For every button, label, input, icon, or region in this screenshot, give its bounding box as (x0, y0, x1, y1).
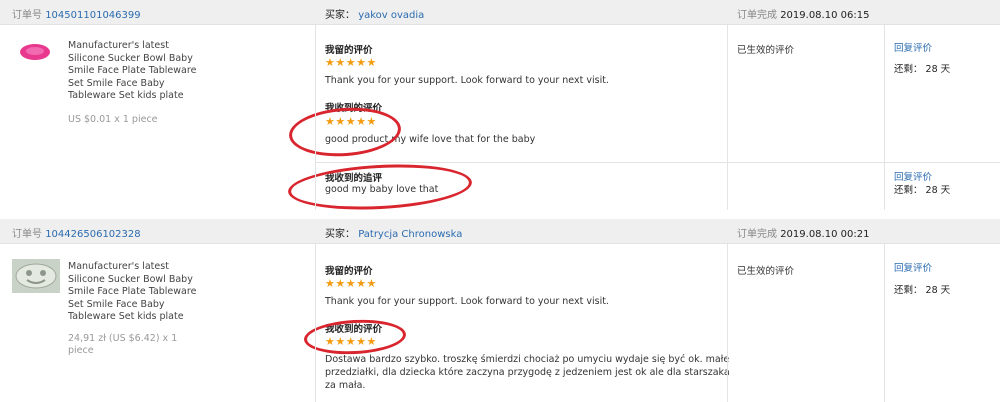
complete-time: 订单完成 2019.08.10 06:15 (737, 6, 869, 21)
order-number-link[interactable]: 104501101046399 (45, 10, 140, 21)
product-thumbnail[interactable] (18, 40, 52, 64)
product-price-line: 24,91 zł (US $6.42) x 1 (68, 333, 178, 344)
remaining-days: 还剩： 28 天 (894, 185, 951, 196)
buyer-name-link[interactable]: yakov ovadia (358, 10, 424, 21)
column-divider (884, 25, 885, 210)
product-title-line: Tableware Set kids plate (68, 90, 184, 101)
annotation-circle (303, 317, 407, 357)
column-divider (315, 244, 316, 402)
product-thumbnail[interactable] (12, 259, 60, 293)
review-status: 已生效的评价 (737, 45, 795, 56)
column-divider (727, 25, 728, 210)
order-number-link[interactable]: 104426506102328 (45, 229, 140, 240)
order-header: 订单号 104426506102328 买家： Patrycja Chronow… (0, 219, 1000, 244)
product-title-line: Manufacturer's latest (68, 261, 169, 272)
buyer-label: 买家： (325, 229, 355, 240)
my-review-stars: ★★★★★ (325, 56, 377, 69)
column-divider (315, 25, 316, 210)
product-title-line: Smile Face Plate Tableware (68, 65, 197, 76)
product-title[interactable]: Manufacturer's latest Silicone Sucker Bo… (68, 261, 208, 324)
divider (315, 162, 1000, 163)
product-title-line: Set Smile Face Baby (68, 298, 165, 310)
complete-time-value: 2019.08.10 00:21 (780, 229, 870, 240)
my-review-label: 我留的评价 (325, 45, 373, 56)
product-title-line: Manufacturer's latest (68, 40, 169, 51)
remaining-days: 还剩： 28 天 (894, 285, 951, 296)
reply-review-link[interactable]: 回复评价 (894, 260, 932, 274)
my-review-stars: ★★★★★ (325, 277, 377, 290)
remaining-days: 还剩： 28 天 (894, 64, 951, 75)
column-divider (727, 244, 728, 402)
order-number: 订单号 104426506102328 (12, 225, 141, 240)
product-title-line: Smile Face Plate Tableware (68, 286, 197, 297)
buyer-name-link[interactable]: Patrycja Chronowska (358, 229, 462, 240)
order-number: 订单号 104501101046399 (12, 6, 141, 21)
product-price-line: US $0.01 x 1 piece (68, 114, 158, 125)
product-price-line: piece (68, 345, 94, 356)
received-review-line: przedziałki, dla dziecka które zaczyna p… (325, 367, 730, 378)
received-review-line: za mała. (325, 380, 366, 391)
annotation-circle (287, 104, 403, 160)
product-title-line: Set Smile Face Baby (68, 77, 165, 89)
order-number-label: 订单号 (12, 10, 42, 21)
my-review-text: Thank you for your support. Look forward… (325, 296, 609, 307)
review-status: 已生效的评价 (737, 266, 795, 277)
product-title[interactable]: Manufacturer's latest Silicone Sucker Bo… (68, 40, 208, 103)
my-review-label: 我留的评价 (325, 266, 373, 277)
buyer: 买家： Patrycja Chronowska (325, 225, 462, 240)
complete-time-value: 2019.08.10 06:15 (780, 10, 870, 21)
product-title-line: Silicone Sucker Bowl Baby (68, 273, 193, 285)
column-divider (884, 244, 885, 402)
order-number-label: 订单号 (12, 229, 42, 240)
reply-followup-link[interactable]: 回复评价 (894, 169, 932, 183)
product-title-line: Silicone Sucker Bowl Baby (68, 52, 193, 64)
my-review-text: Thank you for your support. Look forward… (325, 75, 609, 86)
product-price: 24,91 zł (US $6.42) x 1 piece (68, 333, 193, 357)
complete-label: 订单完成 (737, 229, 777, 240)
complete-label: 订单完成 (737, 10, 777, 21)
received-review-text: Dostawa bardzo szybko. troszkę śmierdzi … (325, 353, 730, 392)
complete-time: 订单完成 2019.08.10 00:21 (737, 225, 869, 240)
buyer: 买家： yakov ovadia (325, 6, 424, 21)
product-price: US $0.01 x 1 piece (68, 114, 193, 126)
order-header: 订单号 104501101046399 买家： yakov ovadia 订单完… (0, 0, 1000, 25)
product-title-line: Tableware Set kids plate (68, 311, 184, 322)
reply-review-link[interactable]: 回复评价 (894, 40, 932, 54)
buyer-label: 买家： (325, 10, 355, 21)
received-review-line: Dostawa bardzo szybko. troszkę śmierdzi … (325, 354, 730, 365)
